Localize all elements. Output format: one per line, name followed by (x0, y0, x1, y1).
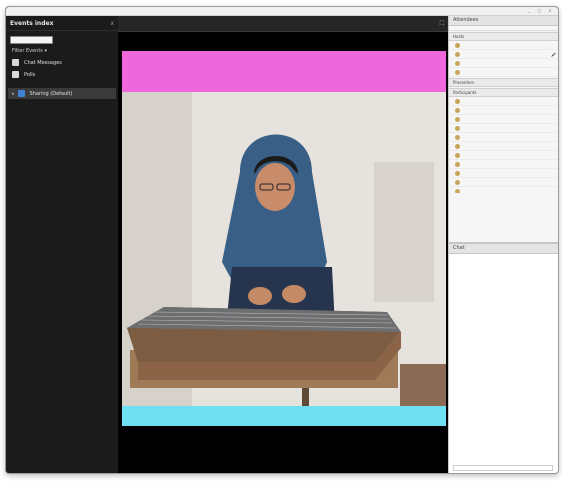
chat-input[interactable] (453, 465, 553, 471)
avatar (455, 143, 460, 149)
video-scene (122, 92, 446, 406)
avatar (455, 152, 460, 158)
avatar (455, 51, 460, 57)
avatar (455, 107, 460, 113)
list-item[interactable] (449, 68, 558, 77)
chat-message (453, 370, 555, 380)
attendees-panel: Attendees Hosts 🎤 Presenters Participant… (448, 16, 558, 473)
avatar (455, 188, 460, 193)
chat-messages (449, 254, 558, 448)
top-color-band (122, 51, 446, 92)
list-item[interactable] (449, 151, 558, 160)
presenters-group-header[interactable]: Presenters (449, 78, 558, 87)
chat-message (453, 275, 555, 285)
attendees-header: Attendees (449, 16, 558, 26)
avatar (455, 134, 460, 140)
chat-message (453, 418, 555, 428)
event-item-sharing[interactable]: ▸ Sharing (Default) (8, 88, 116, 99)
chat-message (453, 256, 555, 266)
poll-icon (12, 71, 19, 78)
chat-message (453, 342, 555, 352)
microphone-icon: 🎤 (551, 51, 556, 57)
chat-message (453, 380, 555, 390)
floor-corner (400, 364, 446, 406)
list-item[interactable] (449, 115, 558, 124)
chat-message (453, 399, 555, 409)
chat-header: Chat (449, 244, 558, 254)
avatar (455, 170, 460, 176)
event-item-polls[interactable]: Polls (12, 71, 112, 78)
shared-video (122, 51, 446, 426)
list-item[interactable] (449, 59, 558, 68)
list-item[interactable] (449, 41, 558, 50)
chat-icon (12, 59, 19, 66)
video-stage: ⛶ (118, 16, 448, 473)
list-item[interactable] (449, 97, 558, 106)
table-leg (302, 388, 309, 406)
avatar (455, 125, 460, 131)
chat-message (453, 313, 555, 323)
chat-message (453, 323, 555, 333)
chat-message (453, 361, 555, 371)
list-item[interactable] (449, 178, 558, 187)
chat-message (453, 389, 555, 399)
chat-title: Chat (453, 245, 465, 251)
filter-dropdown[interactable]: Filter Events ▾ (12, 48, 112, 54)
chat-panel: Chat (449, 242, 558, 473)
bottom-color-band (122, 406, 446, 426)
avatar (455, 42, 460, 48)
window-title (6, 8, 12, 13)
list-item[interactable] (449, 160, 558, 169)
avatar (455, 161, 460, 167)
event-item-label: Sharing (Default) (29, 90, 73, 97)
santur-instrument (127, 307, 401, 380)
chat-message (453, 304, 555, 314)
attendee-list: Hosts 🎤 Presenters Participants (449, 31, 558, 193)
close-icon[interactable]: x (110, 20, 114, 27)
chat-message (453, 294, 555, 304)
participants-list (449, 97, 558, 193)
search-input[interactable] (10, 36, 53, 44)
list-item[interactable] (449, 142, 558, 151)
chat-message (453, 285, 555, 295)
avatar (455, 116, 460, 122)
app-window: _ □ x Events index x Filter Events ▾ Cha… (5, 6, 559, 474)
list-item[interactable] (449, 187, 558, 193)
list-item[interactable]: 🎤 (449, 50, 558, 59)
event-item-label: Chat Messages (24, 59, 62, 66)
chat-message (453, 332, 555, 342)
events-index-panel: Events index x Filter Events ▾ Chat Mess… (6, 16, 118, 473)
list-item[interactable] (449, 169, 558, 178)
maximize-icon[interactable]: ⛶ (440, 20, 444, 28)
avatar (455, 60, 460, 66)
chat-message (453, 437, 555, 447)
list-item[interactable] (449, 133, 558, 142)
attendees-title: Attendees (453, 17, 479, 23)
avatar (455, 69, 460, 75)
chat-message (453, 408, 555, 418)
participants-group-header[interactable]: Participants (449, 88, 558, 97)
stage-header: ⛶ (118, 16, 448, 32)
avatar (455, 98, 460, 104)
events-index-header: Events index x (6, 16, 118, 31)
list-item[interactable] (449, 124, 558, 133)
hosts-group-header[interactable]: Hosts (449, 32, 558, 41)
chat-message (453, 351, 555, 361)
events-index-title: Events index (10, 19, 54, 27)
event-item-label: Polls (24, 71, 36, 78)
chevron-right-icon[interactable]: ▸ (12, 91, 15, 97)
title-bar: _ □ x (6, 7, 558, 16)
event-item-chat[interactable]: Chat Messages (12, 59, 112, 66)
share-icon (17, 90, 25, 97)
chat-message (453, 427, 555, 437)
avatar (455, 179, 460, 185)
list-item[interactable] (449, 106, 558, 115)
chat-message (453, 266, 555, 276)
window-controls[interactable]: _ □ x (522, 7, 554, 15)
